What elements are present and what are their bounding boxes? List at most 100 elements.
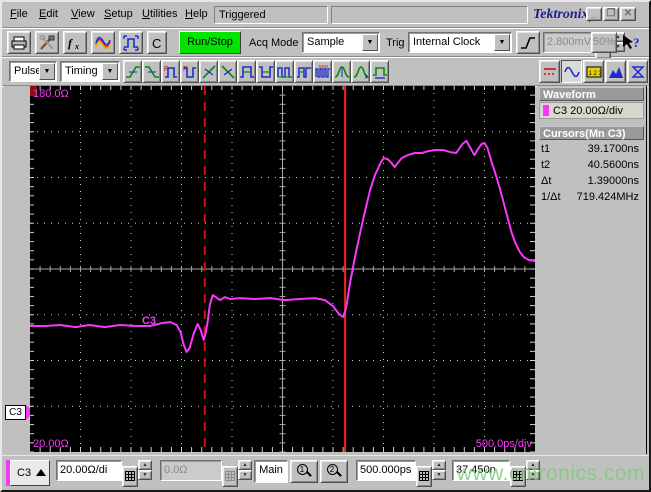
menu-view[interactable]: View (71, 8, 95, 20)
t1-value: 39.1700ns (587, 143, 639, 155)
measurement-toolbar: Pulse ▼ Timing ▼ P P 5RR 1 2 3 (2, 58, 649, 86)
c-icon: C (152, 36, 161, 51)
waveform-entry-row[interactable]: C3 20.00Ω/div (539, 102, 644, 119)
restore-button[interactable]: ❐ (603, 7, 619, 21)
inv-dt-label: 1/Δt (541, 191, 561, 203)
waveforms-icon (95, 36, 111, 49)
cursor-t2-row: t2 40.5600ns (541, 159, 642, 175)
keypad-icon[interactable] (222, 465, 238, 487)
falling-edge-button[interactable] (218, 60, 237, 83)
help-pointer-icon: ? (623, 34, 640, 50)
peak-button[interactable] (332, 60, 351, 83)
svg-text:f: f (68, 36, 73, 50)
measure-type-select[interactable]: Timing ▼ (60, 61, 120, 82)
svg-text:x: x (74, 42, 79, 51)
measure-category-select[interactable]: Pulse ▼ (9, 61, 57, 82)
offset-group: 0.0Ω ▲ ▼ (160, 460, 252, 487)
minimize-button[interactable]: _ (586, 7, 602, 21)
top-scale-label: 180.0Ω (33, 88, 69, 100)
duty-cycle-button[interactable] (294, 60, 313, 83)
channel-select-button[interactable]: C3 (10, 460, 50, 486)
waveforms-button[interactable] (91, 31, 115, 54)
main-timebase-button[interactable]: Main (254, 460, 288, 483)
bottom-control-bar: C3 20.00Ω/di ▲ ▼ 0.0Ω ▲ ▼ Main 1 2 500.000… (2, 455, 649, 490)
chevron-down-icon[interactable]: ▼ (494, 34, 510, 51)
cursor-dt-row: Δt 1.39000ns (541, 175, 642, 191)
channel-position-marker[interactable]: C3 (5, 405, 26, 420)
dt-label: Δt (541, 175, 552, 187)
fx-icon: fx (68, 36, 79, 51)
trace-label: C3 (142, 315, 157, 327)
vertical-scale-group: 20.00Ω/di ▲ ▼ (56, 460, 152, 487)
timebase-spinner[interactable]: ▲ ▼ (432, 460, 446, 481)
negative-pulse-button[interactable] (256, 60, 275, 83)
print-button[interactable] (7, 31, 31, 54)
positive-width-p-button[interactable]: P (161, 60, 180, 83)
chevron-down-icon[interactable]: ▼ (102, 63, 118, 80)
keypad-icon[interactable] (416, 465, 432, 487)
rise-time-button[interactable] (123, 60, 142, 83)
trigger-slope-button[interactable] (516, 31, 540, 54)
menu-utilities[interactable]: Utilities (142, 8, 177, 20)
horizontal-position-field[interactable]: 37.450n (452, 460, 510, 481)
chevron-down-icon[interactable]: ▼ (362, 34, 378, 51)
fall-time-button[interactable] (142, 60, 161, 83)
fall-time-icon (144, 65, 159, 78)
menu-setup[interactable]: Setup (104, 8, 133, 20)
rising-edge-button[interactable] (199, 60, 218, 83)
waveform-display-button[interactable] (561, 60, 582, 83)
main-toolbar: fx C Run/Stop Acq Mode Sample ▼ Trig Inter… (2, 29, 649, 59)
fx-button[interactable]: fx (63, 31, 87, 54)
zoom-1-button[interactable]: 1 (290, 460, 318, 483)
chevron-down-icon[interactable]: ▼ (39, 63, 55, 80)
rising-edge-icon (201, 64, 216, 79)
peak-alt-icon (353, 65, 369, 78)
dt-value: 1.39000ns (587, 175, 639, 187)
burst-train-button[interactable]: 5RR (313, 60, 332, 83)
vertical-scale-field[interactable]: 20.00Ω/di (56, 460, 122, 481)
falling-edge-icon (220, 64, 235, 79)
readout-button[interactable]: 1 2 3 (583, 60, 604, 83)
menu-file[interactable]: File (10, 8, 28, 20)
flat-top-button[interactable] (370, 60, 389, 83)
zoom-2-button[interactable]: 2 (320, 460, 348, 483)
negative-width-p-button[interactable]: P (180, 60, 199, 83)
waveform-header: Waveform (539, 87, 644, 101)
tools-icon (39, 34, 55, 50)
timebase-field[interactable]: 500.000ps (356, 460, 416, 481)
peak-alt-button[interactable] (351, 60, 370, 83)
positive-pulse-button[interactable] (237, 60, 256, 83)
help-pointer-button[interactable]: ? (619, 31, 643, 54)
menu-help[interactable]: Help (185, 8, 208, 20)
waveform-graticule[interactable]: 180.0Ω 20.00Ω 500.0ps/div C3 (30, 86, 535, 452)
bottom-scale-label: 20.00Ω (33, 438, 69, 450)
eye-diagram-button[interactable] (627, 60, 648, 83)
offset-field[interactable]: 0.0Ω (160, 460, 222, 481)
trigger-level-field[interactable]: 2.800mV (543, 32, 595, 53)
offset-spinner[interactable]: ▲ ▼ (238, 460, 252, 481)
negative-width-p-icon: P (183, 66, 196, 78)
cursors-icon (543, 67, 556, 75)
histogram-button[interactable] (605, 60, 626, 83)
horizontal-position-spinner[interactable]: ▲ ▼ (526, 460, 540, 481)
acquisition-button[interactable] (119, 31, 143, 54)
tektronix-logo: Tektronix (533, 7, 589, 22)
keypad-icon[interactable] (122, 465, 138, 487)
vertical-scale-spinner[interactable]: ▲ ▼ (138, 460, 152, 481)
run-stop-button[interactable]: Run/Stop (179, 31, 241, 54)
waveform-entry-label: C3 20.00Ω/div (553, 105, 623, 117)
pulse-burst-button[interactable] (275, 60, 294, 83)
tools-button[interactable] (35, 31, 59, 54)
timebase-group: 500.000ps ▲ ▼ (356, 460, 446, 487)
channel-color-swatch (543, 105, 549, 116)
c-button[interactable]: C (147, 31, 167, 54)
acq-mode-select[interactable]: Sample ▼ (302, 32, 380, 53)
menu-edit[interactable]: Edit (39, 8, 58, 20)
set-50-percent-button[interactable]: 50% (591, 32, 617, 53)
positive-pulse-icon (239, 65, 254, 78)
trigger-source-select[interactable]: Internal Clock ▼ (408, 32, 512, 53)
keypad-icon[interactable] (510, 465, 526, 487)
close-button[interactable]: ✕ (620, 7, 636, 21)
cursors-button[interactable] (539, 60, 560, 83)
svg-text:C: C (152, 36, 161, 51)
